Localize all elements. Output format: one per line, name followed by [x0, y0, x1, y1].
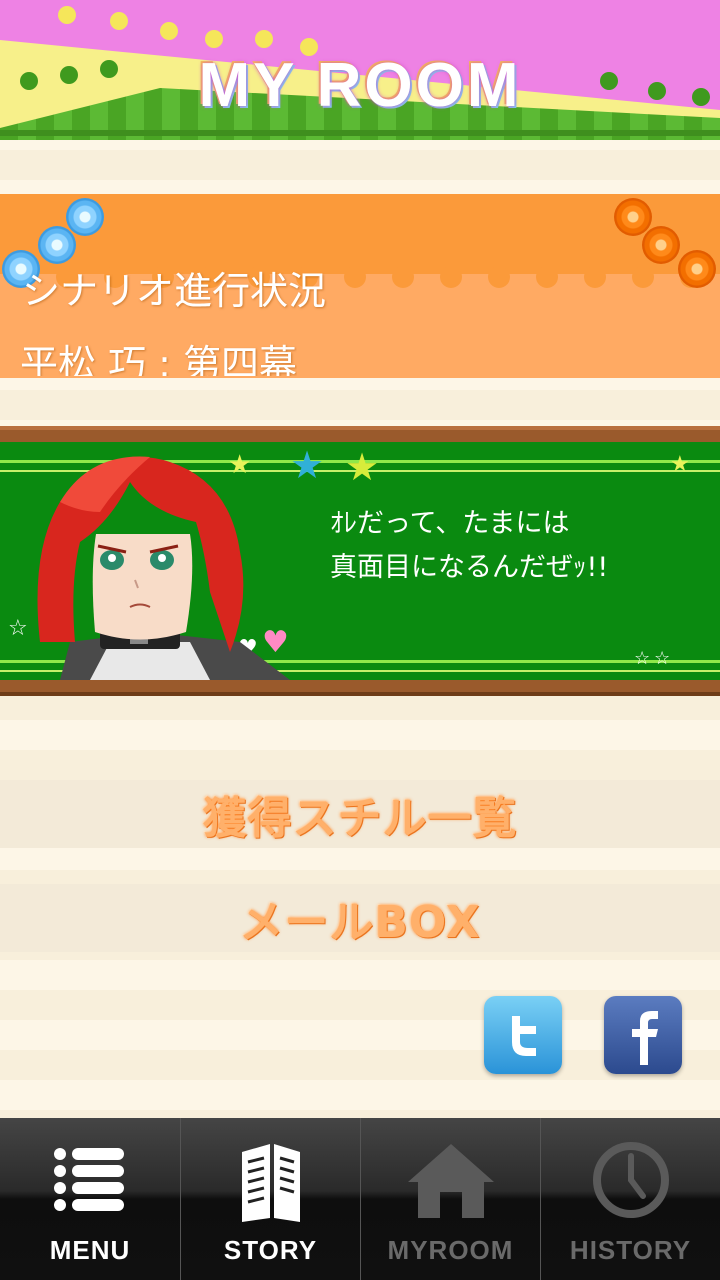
mail-box-button[interactable]: メールBOX — [0, 884, 720, 952]
house-icon — [407, 1144, 494, 1218]
progress-label: シナリオ進行状況 — [22, 269, 327, 313]
character-board: ★ ★ ★ ★ ☆ ☆ ☆ ♥ ♥ ｵﾚだって、たまには — [0, 426, 720, 696]
decor-dot — [110, 12, 128, 30]
scallop — [632, 266, 654, 288]
scenario-progress-banner: シナリオ進行状況 平松 巧 : 第四幕 — [0, 194, 720, 378]
character-speech: ｵﾚだって、たまには 真面目になるんだぜｯ!! — [330, 502, 608, 590]
decor-dot — [58, 6, 76, 24]
scallop — [440, 266, 462, 288]
clock-icon — [592, 1142, 669, 1218]
scallop — [392, 266, 414, 288]
scallop — [344, 266, 366, 288]
progress-value: 平松 巧 : 第四幕 — [20, 342, 298, 376]
tab-menu-label: MENU — [49, 1235, 131, 1265]
tab-menu[interactable]: MENU — [0, 1118, 180, 1280]
blue-rose-icon — [38, 226, 76, 264]
facebook-icon[interactable] — [604, 996, 682, 1074]
tab-myroom-label: MYROOM — [387, 1235, 514, 1265]
decor-dot — [205, 30, 223, 48]
star-icon: ☆ — [654, 648, 671, 669]
star-icon: ★ — [670, 452, 690, 477]
decor-dot — [255, 30, 273, 48]
twitter-icon[interactable] — [484, 996, 562, 1074]
book-icon — [241, 1144, 300, 1222]
speech-line-2: 真面目になるんだぜｯ!! — [330, 552, 609, 583]
tab-story[interactable]: STORY — [180, 1118, 360, 1280]
star-icon: ☆ — [634, 648, 651, 669]
tab-myroom[interactable]: MYROOM — [360, 1118, 540, 1280]
scallop — [488, 266, 510, 288]
header-border — [0, 130, 720, 136]
tab-history-label: HISTORY — [569, 1235, 692, 1265]
scallop — [584, 266, 606, 288]
character-portrait — [37, 456, 290, 680]
stills-list-button[interactable]: 獲得スチル一覧 — [0, 780, 720, 848]
orange-rose-icon — [642, 226, 680, 264]
blue-rose-icon — [66, 198, 104, 236]
scallop — [536, 266, 558, 288]
menu-list-icon — [54, 1148, 124, 1211]
orange-rose-icon — [678, 250, 716, 288]
facebook-f-icon — [632, 1011, 658, 1065]
header-banner: MY ROOM — [0, 0, 720, 140]
page-title: MY ROOM — [198, 51, 522, 120]
star-icon: ★ — [345, 445, 380, 489]
decor-dot — [160, 22, 178, 40]
bottom-tab-bar: MENU STORY MYROOM HISTORY — [0, 1118, 720, 1280]
speech-line-1: ｵﾚだって、たまには — [330, 508, 570, 539]
tab-story-label: STORY — [223, 1235, 318, 1265]
twitter-t-icon — [512, 1016, 536, 1056]
orange-rose-icon — [614, 198, 652, 236]
board-surface: ★ ★ ★ ★ ☆ ☆ ☆ ♥ ♥ ｵﾚだって、たまには — [0, 442, 720, 680]
tab-history[interactable]: HISTORY — [540, 1118, 720, 1280]
